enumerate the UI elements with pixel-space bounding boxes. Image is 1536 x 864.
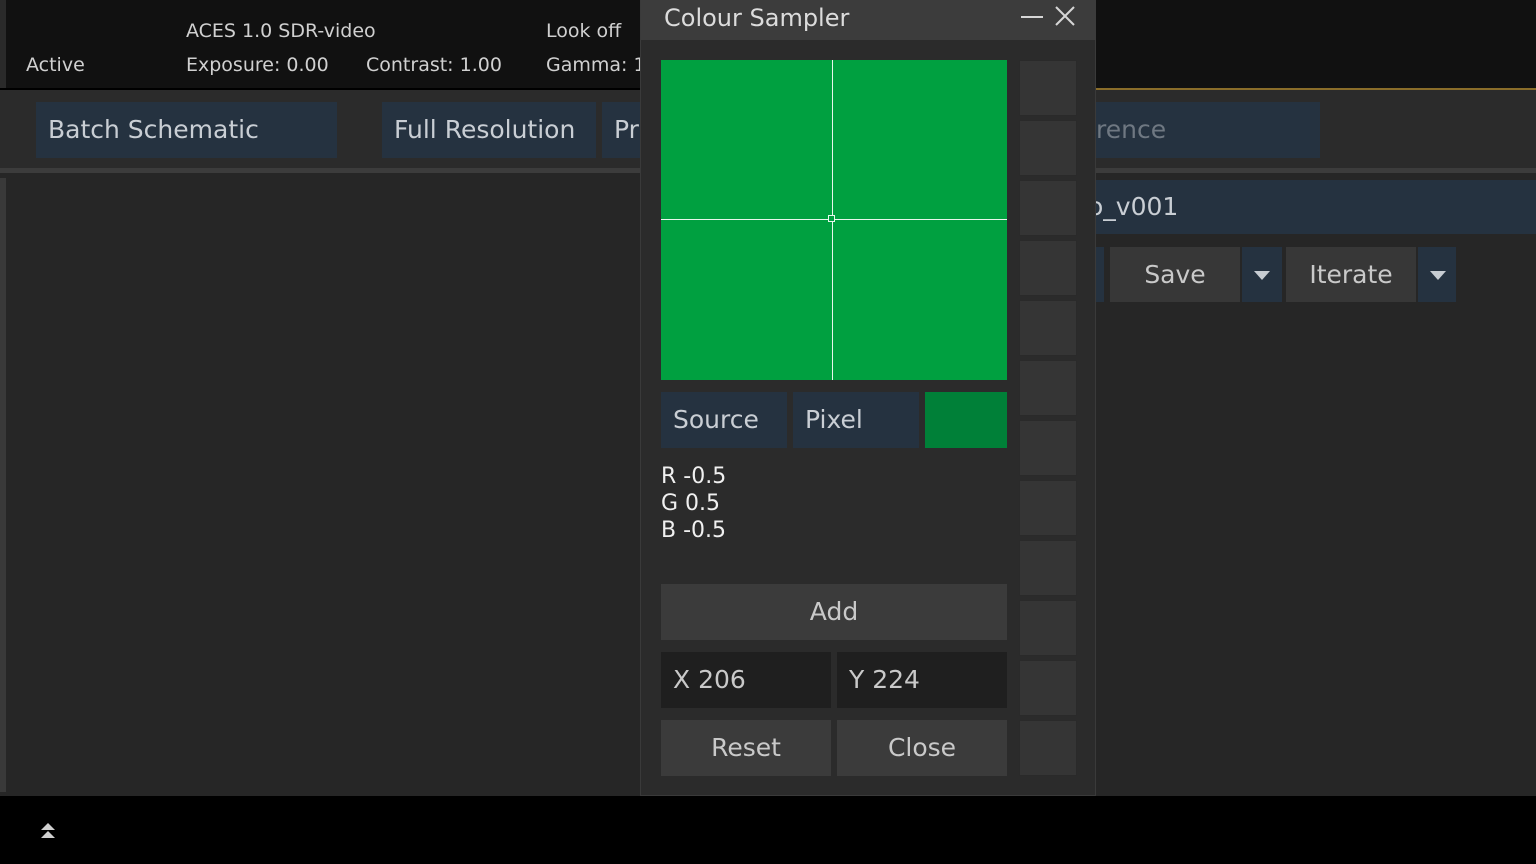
sample-slot[interactable] bbox=[1019, 120, 1077, 176]
y-coordinate-field[interactable]: Y 224 bbox=[837, 652, 1007, 708]
sample-slot[interactable] bbox=[1019, 600, 1077, 656]
dialog-title-bar[interactable]: Colour Sampler bbox=[641, 0, 1096, 40]
caret-down-icon bbox=[1254, 271, 1270, 280]
clip-name-field[interactable]: o_v001 bbox=[1088, 180, 1536, 234]
sample-slot[interactable] bbox=[1019, 660, 1077, 716]
full-resolution-button[interactable]: Full Resolution bbox=[382, 102, 596, 158]
left-rail bbox=[0, 178, 6, 792]
sample-preview[interactable] bbox=[661, 60, 1007, 380]
sample-slot[interactable] bbox=[1019, 300, 1077, 356]
sample-slot[interactable] bbox=[1019, 480, 1077, 536]
reference-button[interactable]: rence bbox=[1096, 102, 1320, 158]
clip-name-text: o_v001 bbox=[1088, 192, 1179, 221]
bottom-bar bbox=[0, 796, 1536, 864]
sample-slot[interactable] bbox=[1019, 720, 1077, 776]
sample-slot[interactable] bbox=[1019, 420, 1077, 476]
colour-space-label[interactable]: ACES 1.0 SDR-video bbox=[186, 20, 376, 42]
crosshair-center[interactable] bbox=[828, 215, 835, 222]
status-label: Active bbox=[26, 54, 85, 76]
close-button[interactable]: Close bbox=[837, 720, 1007, 776]
look-label[interactable]: Look off bbox=[546, 20, 621, 42]
source-button[interactable]: Source bbox=[661, 392, 787, 448]
sample-slot[interactable] bbox=[1019, 180, 1077, 236]
sample-slot[interactable] bbox=[1019, 240, 1077, 296]
sample-slot[interactable] bbox=[1019, 360, 1077, 416]
add-button[interactable]: Add bbox=[661, 584, 1007, 640]
contrast-label[interactable]: Contrast: 1.00 bbox=[366, 54, 502, 76]
close-icon[interactable] bbox=[1053, 4, 1077, 28]
double-chevron-up-icon[interactable] bbox=[39, 822, 57, 840]
save-button[interactable]: Save bbox=[1110, 247, 1240, 302]
iterate-button[interactable]: Iterate bbox=[1286, 247, 1416, 302]
save-dropdown-button[interactable] bbox=[1242, 247, 1282, 302]
batch-schematic-button[interactable]: Batch Schematic bbox=[36, 102, 337, 158]
top-left-edge bbox=[0, 0, 6, 88]
sample-slot[interactable] bbox=[1019, 540, 1077, 596]
iterate-dropdown-button[interactable] bbox=[1418, 247, 1456, 302]
red-value: R -0.5 bbox=[661, 464, 727, 489]
colour-sampler-dialog: Colour Sampler Source Pixel R -0.5 G 0.5… bbox=[640, 0, 1096, 796]
caret-down-icon bbox=[1430, 271, 1446, 280]
minimize-icon[interactable] bbox=[1021, 16, 1043, 18]
gamma-label[interactable]: Gamma: 1 bbox=[546, 54, 646, 76]
x-coordinate-field[interactable]: X 206 bbox=[661, 652, 831, 708]
reset-button[interactable]: Reset bbox=[661, 720, 831, 776]
sample-slot[interactable] bbox=[1019, 60, 1077, 116]
pixel-button[interactable]: Pixel bbox=[793, 392, 919, 448]
sampled-colour-swatch bbox=[925, 392, 1007, 448]
exposure-label[interactable]: Exposure: 0.00 bbox=[186, 54, 329, 76]
green-value: G 0.5 bbox=[661, 491, 721, 516]
blue-value: B -0.5 bbox=[661, 518, 727, 543]
partial-left-button[interactable]: Pr bbox=[602, 102, 640, 158]
dialog-title: Colour Sampler bbox=[664, 4, 850, 32]
